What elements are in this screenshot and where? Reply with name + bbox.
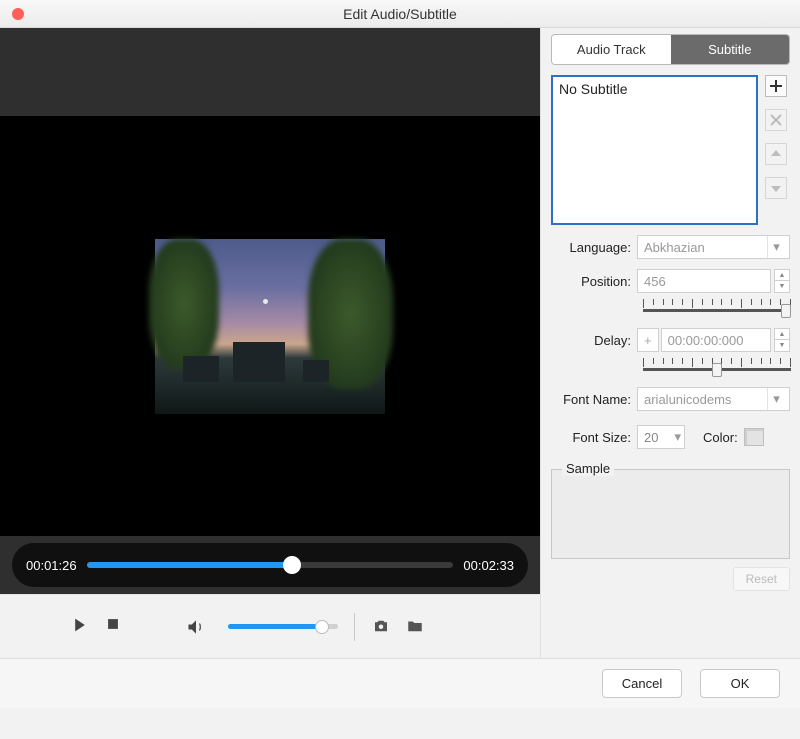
tab-bar: Audio Track Subtitle [551, 34, 790, 65]
scrubber-thumb[interactable] [283, 556, 301, 574]
sample-preview: Sample [551, 469, 790, 559]
volume-icon[interactable] [186, 617, 206, 637]
chevron-down-icon: ▾ [767, 388, 785, 410]
position-slider[interactable] [643, 299, 791, 312]
font-name-label: Font Name: [551, 392, 637, 407]
subtitle-list-item[interactable]: No Subtitle [559, 81, 750, 97]
remove-subtitle-button[interactable] [765, 109, 787, 131]
delay-field[interactable]: 00:00:00:000 [661, 328, 771, 352]
position-label: Position: [551, 274, 637, 289]
position-stepper[interactable]: ▲▼ [774, 269, 790, 293]
tab-subtitle[interactable]: Subtitle [671, 35, 790, 64]
font-name-select[interactable]: arialunicodems ▾ [637, 387, 790, 411]
subtitle-list[interactable]: No Subtitle [551, 75, 758, 225]
playback-scrubber[interactable]: 00:01:26 00:02:33 [12, 543, 528, 587]
delay-label: Delay: [551, 333, 637, 348]
add-subtitle-button[interactable] [765, 75, 787, 97]
delay-slider[interactable] [643, 358, 791, 371]
snapshot-icon[interactable] [371, 617, 391, 637]
ok-button[interactable]: OK [700, 669, 780, 698]
position-field[interactable]: 456 [637, 269, 771, 293]
sample-label: Sample [562, 461, 614, 476]
window-title: Edit Audio/Subtitle [0, 6, 800, 22]
language-select[interactable]: Abkhazian ▾ [637, 235, 790, 259]
font-size-label: Font Size: [551, 430, 637, 445]
delay-stepper[interactable]: ▲▼ [774, 328, 790, 352]
window-title-bar: Edit Audio/Subtitle [0, 0, 800, 28]
font-size-select[interactable]: 20 ▾ [637, 425, 685, 449]
tab-audio-track[interactable]: Audio Track [552, 35, 671, 64]
move-down-button[interactable] [765, 177, 787, 199]
video-preview: 00:01:26 00:02:33 [0, 28, 540, 594]
chevron-down-icon: ▾ [767, 236, 785, 258]
play-icon[interactable] [72, 617, 92, 637]
volume-slider[interactable] [228, 624, 338, 629]
time-current: 00:01:26 [26, 558, 77, 573]
video-frame [155, 239, 385, 414]
move-up-button[interactable] [765, 143, 787, 165]
reset-button[interactable]: Reset [733, 567, 790, 591]
stop-icon[interactable] [106, 617, 126, 637]
time-duration: 00:02:33 [463, 558, 514, 573]
open-folder-icon[interactable] [405, 617, 425, 637]
delay-sign[interactable]: + [637, 328, 659, 352]
cancel-button[interactable]: Cancel [602, 669, 682, 698]
chevron-down-icon: ▾ [674, 429, 681, 445]
color-picker[interactable] [744, 428, 764, 446]
color-label: Color: [703, 430, 738, 445]
language-label: Language: [551, 240, 637, 255]
